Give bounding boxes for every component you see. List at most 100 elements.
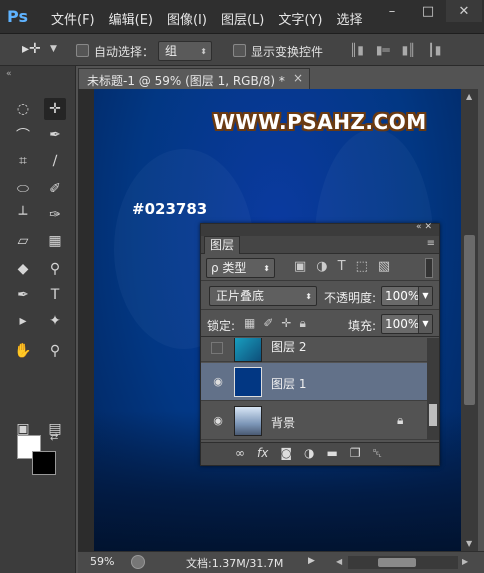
adjustment-filter-icon[interactable]: ◑ <box>316 259 327 274</box>
collapse-icon[interactable]: « <box>6 69 12 79</box>
layer-list: 图层 2 ◉ 图层 1 ◉ 背景 🔒︎ <box>201 338 427 440</box>
horizontal-scroll-thumb[interactable] <box>378 558 416 567</box>
blur-tool-icon[interactable]: ◆ <box>12 258 34 280</box>
show-transform-checkbox[interactable] <box>233 44 246 57</box>
eye-icon[interactable]: ◉ <box>211 414 225 428</box>
layers-panel: «✕ 图层 ≡ ρ 类型 ⬍ ▣ ◑ T ⬚ ▧ 正片叠底 ⬍ 不透明度: 10… <box>200 222 440 466</box>
layer-name: 图层 1 <box>271 377 307 391</box>
align-left-icon[interactable]: ┃▮ <box>427 43 441 57</box>
lock-position-icon[interactable]: ✛ <box>281 316 291 331</box>
crop-tool-icon[interactable]: ⌗ <box>12 150 34 172</box>
move-tool-icon[interactable]: ▸✛ <box>22 41 41 57</box>
blend-row: 正片叠底 ⬍ 不透明度: 100% ▼ <box>201 282 439 310</box>
healing-brush-tool-icon[interactable]: ⬭ <box>12 178 34 200</box>
pen-tool-icon[interactable]: ✒ <box>12 284 34 306</box>
pixel-filter-icon[interactable]: ▣ <box>294 259 306 274</box>
menu-layer[interactable]: 图层(L) <box>221 9 264 28</box>
eye-icon[interactable]: ◉ <box>211 375 225 389</box>
brush-tool-icon[interactable]: ✐ <box>44 178 66 200</box>
lock-all-icon[interactable]: 🔒︎ <box>299 316 305 331</box>
zoom-level[interactable]: 59% <box>90 555 114 568</box>
close-button[interactable]: ✕ <box>446 0 482 22</box>
layers-tab[interactable]: 图层 <box>204 236 240 254</box>
menu-image[interactable]: 图像(I) <box>167 9 207 28</box>
scroll-right-icon[interactable]: ▶ <box>462 557 468 566</box>
move-tool-icon[interactable]: ✛ <box>44 98 66 120</box>
layer-row[interactable]: ◉ 图层 1 <box>201 363 427 401</box>
scroll-down-icon[interactable]: ▼ <box>466 539 472 548</box>
photoshop-logo: Ps <box>7 7 28 26</box>
marquee-tool-icon[interactable]: ◌ <box>12 98 34 120</box>
menu-select[interactable]: 选择 <box>336 9 362 28</box>
align-vcenter-icon[interactable]: ▮═ <box>376 43 390 57</box>
lock-transparent-icon[interactable]: ▦ <box>244 316 255 331</box>
status-menu-icon[interactable]: ▶ <box>308 556 315 566</box>
hand-tool-icon[interactable]: ✋ <box>12 340 34 362</box>
lock-image-icon[interactable]: ✐ <box>263 316 273 331</box>
quick-mask-icon[interactable]: ▣ <box>12 418 34 440</box>
panel-collapse-close-icons[interactable]: «✕ <box>416 222 435 232</box>
scroll-up-icon[interactable]: ▲ <box>466 92 472 101</box>
fill-field[interactable]: 100% ▼ <box>381 314 433 334</box>
layer-filter-dropdown[interactable]: ρ 类型 ⬍ <box>206 258 275 278</box>
minimize-button[interactable]: – <box>374 0 410 22</box>
path-select-tool-icon[interactable]: ▸ <box>12 310 34 332</box>
fill-value: 100% <box>385 317 420 331</box>
lasso-tool-icon[interactable]: ⌒ <box>12 124 34 146</box>
menu-bar: Ps 文件(F) 编辑(E) 图像(I) 图层(L) 文字(Y) 选择 – □ … <box>0 0 484 34</box>
chevron-down-icon[interactable]: ▼ <box>50 44 57 54</box>
panel-menu-icon[interactable]: ≡ <box>427 238 435 249</box>
fill-label: 填充: <box>348 319 377 333</box>
menu-items: 文件(F) 编辑(E) 图像(I) 图层(L) 文字(Y) 选择 <box>51 9 376 28</box>
clone-stamp-tool-icon[interactable]: ┴ <box>12 204 34 226</box>
screen-mode-icon[interactable]: ▤ <box>44 418 66 440</box>
eyedropper-tool-icon[interactable]: ∕ <box>44 150 66 172</box>
fx-icon[interactable]: fx <box>257 446 268 461</box>
layer-row[interactable]: ◉ 背景 🔒︎ <box>201 402 427 440</box>
dodge-tool-icon[interactable]: ⚲ <box>44 258 66 280</box>
filter-toggle[interactable] <box>425 258 433 278</box>
chevron-down-icon[interactable]: ▼ <box>418 315 432 333</box>
quick-select-tool-icon[interactable]: ✒ <box>44 124 66 146</box>
mask-icon[interactable]: ◙ <box>280 446 292 461</box>
vertical-scroll-thumb[interactable] <box>464 235 475 405</box>
restore-button[interactable]: □ <box>410 0 446 22</box>
menu-file[interactable]: 文件(F) <box>51 9 95 28</box>
gradient-tool-icon[interactable]: ▦ <box>44 230 66 252</box>
new-layer-icon[interactable]: ❐ <box>350 446 361 461</box>
document-tab[interactable]: 未标题-1 @ 59% (图层 1, RGB/8) * × <box>78 68 310 89</box>
eraser-tool-icon[interactable]: ▱ <box>12 230 34 252</box>
align-top-icon[interactable]: ║▮ <box>350 43 364 57</box>
adjustment-icon[interactable]: ◑ <box>304 446 314 461</box>
layer-row[interactable]: 图层 2 <box>201 338 427 362</box>
status-info-icon[interactable] <box>131 555 145 569</box>
trash-icon[interactable]: ␡ <box>373 446 383 461</box>
tools-panel: « ◌ ✛ ⌒ ✒ ⌗ ∕ ⬭ ✐ ┴ ✑ ▱ ▦ ◆ ⚲ ✒ T ▸ ✦ ✋ … <box>0 66 76 573</box>
visibility-toggle[interactable] <box>211 342 223 354</box>
align-bottom-icon[interactable]: ▮║ <box>402 43 416 57</box>
menu-edit[interactable]: 编辑(E) <box>109 9 153 28</box>
folder-icon[interactable]: ▬ <box>326 446 337 461</box>
type-tool-icon[interactable]: T <box>44 284 66 306</box>
blend-mode-dropdown[interactable]: 正片叠底 ⬍ <box>209 286 317 306</box>
auto-select-checkbox[interactable] <box>76 44 89 57</box>
type-filter-icon[interactable]: T <box>338 259 346 274</box>
color-code-text: #023783 <box>132 200 208 218</box>
zoom-tool-icon[interactable]: ⚲ <box>44 340 66 362</box>
auto-select-dropdown[interactable]: 组 ⬍ <box>158 41 212 61</box>
link-icon[interactable]: ∞ <box>235 446 245 461</box>
close-tab-icon[interactable]: × <box>293 71 303 85</box>
scroll-left-icon[interactable]: ◀ <box>336 557 342 566</box>
smart-object-filter-icon[interactable]: ▧ <box>378 259 390 274</box>
shape-filter-icon[interactable]: ⬚ <box>356 259 368 274</box>
history-brush-tool-icon[interactable]: ✑ <box>44 204 66 226</box>
panel-header-bar[interactable]: «✕ <box>201 222 439 236</box>
background-color-swatch[interactable] <box>32 451 56 475</box>
show-transform-label: 显示变换控件 <box>251 45 324 59</box>
chevron-down-icon[interactable]: ▼ <box>418 287 432 305</box>
opacity-field[interactable]: 100% ▼ <box>381 286 433 306</box>
layer-list-scroll-thumb[interactable] <box>429 404 437 426</box>
menu-type[interactable]: 文字(Y) <box>278 9 322 28</box>
shape-tool-icon[interactable]: ✦ <box>44 310 66 332</box>
layers-bottom-bar: ∞ fx ◙ ◑ ▬ ❐ ␡ <box>201 442 439 465</box>
